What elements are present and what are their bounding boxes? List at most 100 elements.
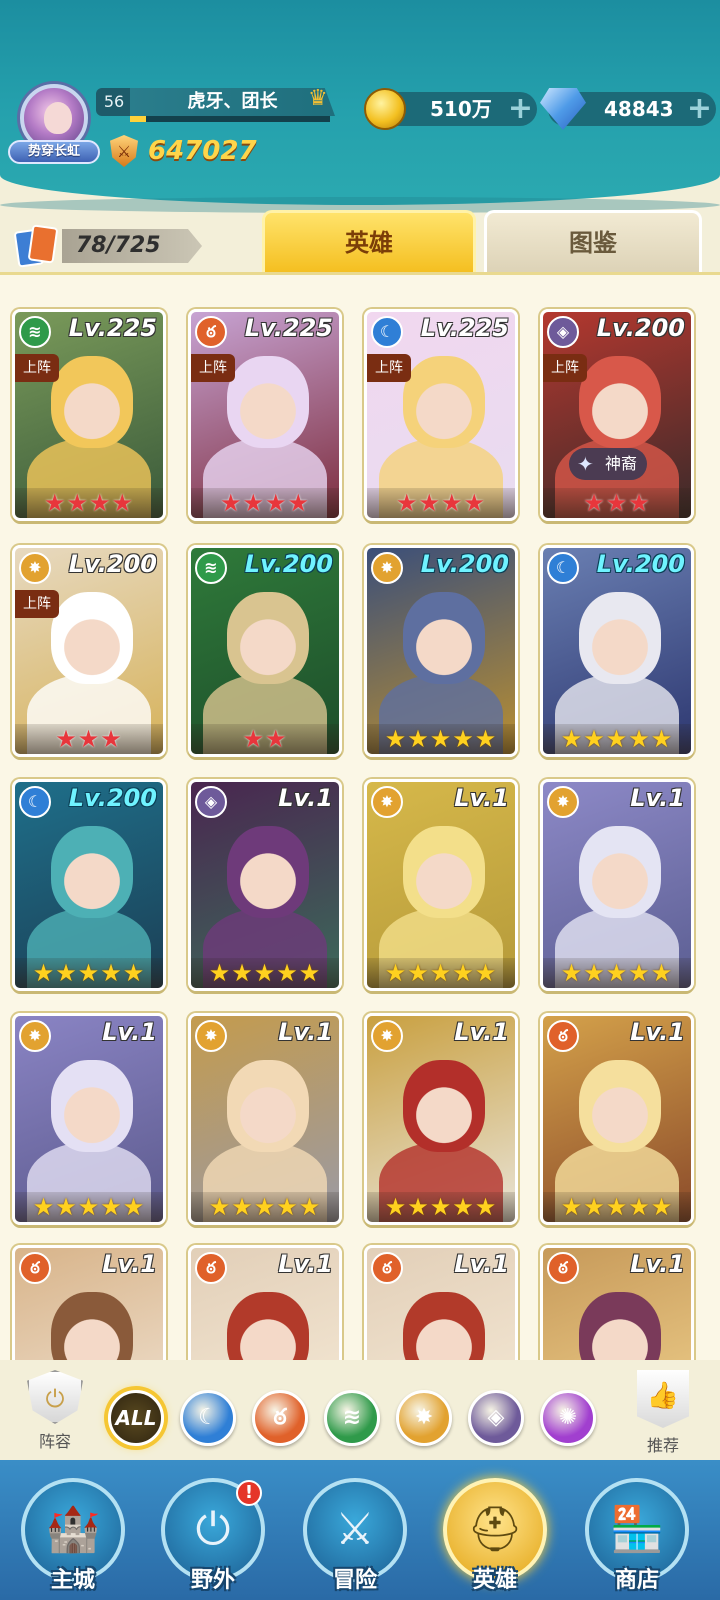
hero-card[interactable]: ఠ Lv.1 xyxy=(364,1245,518,1360)
hero-card[interactable]: ≋ Lv.225 上阵 ★★★★ xyxy=(12,309,166,521)
power-value: 647027 xyxy=(148,136,257,166)
hero-card[interactable]: ఠ Lv.1 xyxy=(188,1245,342,1360)
hero-card[interactable]: ☾ Lv.225 上阵 ★★★★ xyxy=(364,309,518,521)
hero-level: Lv.1 xyxy=(102,1250,157,1278)
hero-card[interactable]: ≋ Lv.200 ★★ xyxy=(188,545,342,757)
hero-card[interactable]: ✸ Lv.1 ★★★★★ xyxy=(540,779,694,991)
hero-card[interactable]: ✸ Lv.1 ★★★★★ xyxy=(364,1013,518,1225)
player-avatar[interactable]: 势穿长虹 xyxy=(8,82,100,172)
player-level: 56 xyxy=(96,88,132,116)
recommend-label: 推荐 xyxy=(646,1436,679,1455)
nav-item-portal[interactable]: ⏻! 野外 xyxy=(158,1478,268,1596)
filter-fire-icon[interactable]: ఠ xyxy=(252,1390,308,1446)
nav-item-helmet[interactable]: ⛑ 英雄 xyxy=(440,1478,550,1596)
star-rating: ★★ xyxy=(191,724,339,754)
filter-all[interactable]: ALL xyxy=(108,1390,164,1446)
hero-head xyxy=(51,1292,133,1360)
hero-card[interactable]: ✸ Lv.1 ★★★★★ xyxy=(188,1013,342,1225)
hero-head xyxy=(51,592,133,684)
hero-level: Lv.1 xyxy=(630,784,685,812)
hero-card[interactable]: ఠ Lv.1 xyxy=(540,1245,694,1360)
add-gold-button[interactable]: + xyxy=(508,92,533,126)
filter-dark-icon[interactable]: ◈ xyxy=(468,1390,524,1446)
hero-head xyxy=(51,1060,133,1152)
recommend-button[interactable]: 👍 推荐 xyxy=(628,1370,698,1456)
hero-head xyxy=(579,1292,661,1360)
hero-card[interactable]: ✸ Lv.200 上阵 ★★★ xyxy=(12,545,166,757)
gem-value: 48843 xyxy=(604,97,674,121)
deployed-tag: 上阵 xyxy=(543,354,587,382)
nav-label: 野外 xyxy=(190,1568,235,1593)
exp-fill xyxy=(130,116,146,122)
water-icon: ☾ xyxy=(371,316,403,348)
hero-head xyxy=(227,826,309,918)
hero-level: Lv.225 xyxy=(68,314,157,342)
hero-count-value: 78/725 xyxy=(62,229,202,263)
lineup-label: 阵容 xyxy=(38,1432,71,1451)
hero-level: Lv.200 xyxy=(596,550,685,578)
hero-card[interactable]: ◈ Lv.200 上阵神裔 ★★★ xyxy=(540,309,694,521)
rank-crown-icon: ♛ xyxy=(308,86,328,111)
filter-water-icon[interactable]: ☾ xyxy=(180,1390,236,1446)
hero-head xyxy=(51,826,133,918)
hero-count: 78/725 xyxy=(13,224,202,268)
filter-purple-icon[interactable]: ✺ xyxy=(540,1390,596,1446)
hero-head xyxy=(227,1060,309,1152)
star-rating: ★★★ xyxy=(15,724,163,754)
alert-badge: ! xyxy=(236,1480,262,1506)
star-rating: ★★★★★ xyxy=(191,958,339,988)
nav-item-castle[interactable]: 🏰 主城 xyxy=(18,1478,128,1596)
nav-label: 英雄 xyxy=(472,1568,517,1593)
hero-head xyxy=(403,1292,485,1360)
hero-level: Lv.200 xyxy=(68,550,157,578)
hero-card[interactable]: ◈ Lv.1 ★★★★★ xyxy=(188,779,342,991)
hero-head xyxy=(51,356,133,448)
hero-card[interactable]: ☾ Lv.200 ★★★★★ xyxy=(12,779,166,991)
hero-head xyxy=(579,592,661,684)
star-rating: ★★★★★ xyxy=(15,958,163,988)
hero-head xyxy=(227,1292,309,1360)
light-icon: ✸ xyxy=(19,1020,51,1052)
tab-codex[interactable]: 图鉴 xyxy=(484,210,702,274)
fire-icon: ఠ xyxy=(371,1252,403,1284)
hero-head xyxy=(579,356,661,448)
nav-item-sword[interactable]: ⚔ 冒险 xyxy=(300,1478,410,1596)
hero-level: Lv.1 xyxy=(278,1250,333,1278)
hero-card[interactable]: ఠ Lv.225 上阵 ★★★★ xyxy=(188,309,342,521)
light-icon: ✸ xyxy=(547,786,579,818)
hero-head xyxy=(403,592,485,684)
lineup-button[interactable]: ⏻ 阵容 xyxy=(24,1370,86,1452)
hero-card[interactable]: ఠ Lv.1 ★★★★★ xyxy=(540,1013,694,1225)
hero-card[interactable]: ☾ Lv.200 ★★★★★ xyxy=(540,545,694,757)
deployed-tag: 上阵 xyxy=(15,354,59,382)
hero-card[interactable]: ✸ Lv.200 ★★★★★ xyxy=(364,545,518,757)
star-rating: ★★★★★ xyxy=(543,724,691,754)
hero-level: Lv.200 xyxy=(596,314,685,342)
deployed-tag: 上阵 xyxy=(191,354,235,382)
hero-card[interactable]: ✸ Lv.1 ★★★★★ xyxy=(364,779,518,991)
fire-icon: ఠ xyxy=(547,1020,579,1052)
player-title: 势穿长虹 xyxy=(8,140,100,164)
light-icon: ✸ xyxy=(19,552,51,584)
nav-label: 主城 xyxy=(50,1568,95,1593)
filter-wind-icon[interactable]: ≋ xyxy=(324,1390,380,1446)
player-name: 虎牙、团长 xyxy=(130,88,335,116)
hero-level: Lv.200 xyxy=(420,550,509,578)
hero-head xyxy=(579,826,661,918)
nav-item-shop[interactable]: 🏪 商店 xyxy=(582,1478,692,1596)
hero-card[interactable]: ఠ Lv.1 xyxy=(12,1245,166,1360)
filter-light-icon[interactable]: ✸ xyxy=(396,1390,452,1446)
fire-icon: ఠ xyxy=(547,1252,579,1284)
dark-icon: ◈ xyxy=(547,316,579,348)
hero-grid: ≋ Lv.225 上阵 ★★★★ ఠ Lv.225 上阵 ★★★★ ☾ Lv.225 上阵 ★★★★ ◈… xyxy=(0,272,720,1360)
wind-icon: ≋ xyxy=(19,316,51,348)
tab-heroes[interactable]: 英雄 xyxy=(262,210,476,274)
hero-level: Lv.200 xyxy=(244,550,333,578)
gold-value: 510万 xyxy=(430,97,492,121)
add-gem-button[interactable]: + xyxy=(687,92,712,126)
exp-bar xyxy=(130,116,330,122)
hero-level: Lv.1 xyxy=(278,784,333,812)
hero-card[interactable]: ✸ Lv.1 ★★★★★ xyxy=(12,1013,166,1225)
hero-head xyxy=(579,1060,661,1152)
deployed-tag: 上阵 xyxy=(367,354,411,382)
